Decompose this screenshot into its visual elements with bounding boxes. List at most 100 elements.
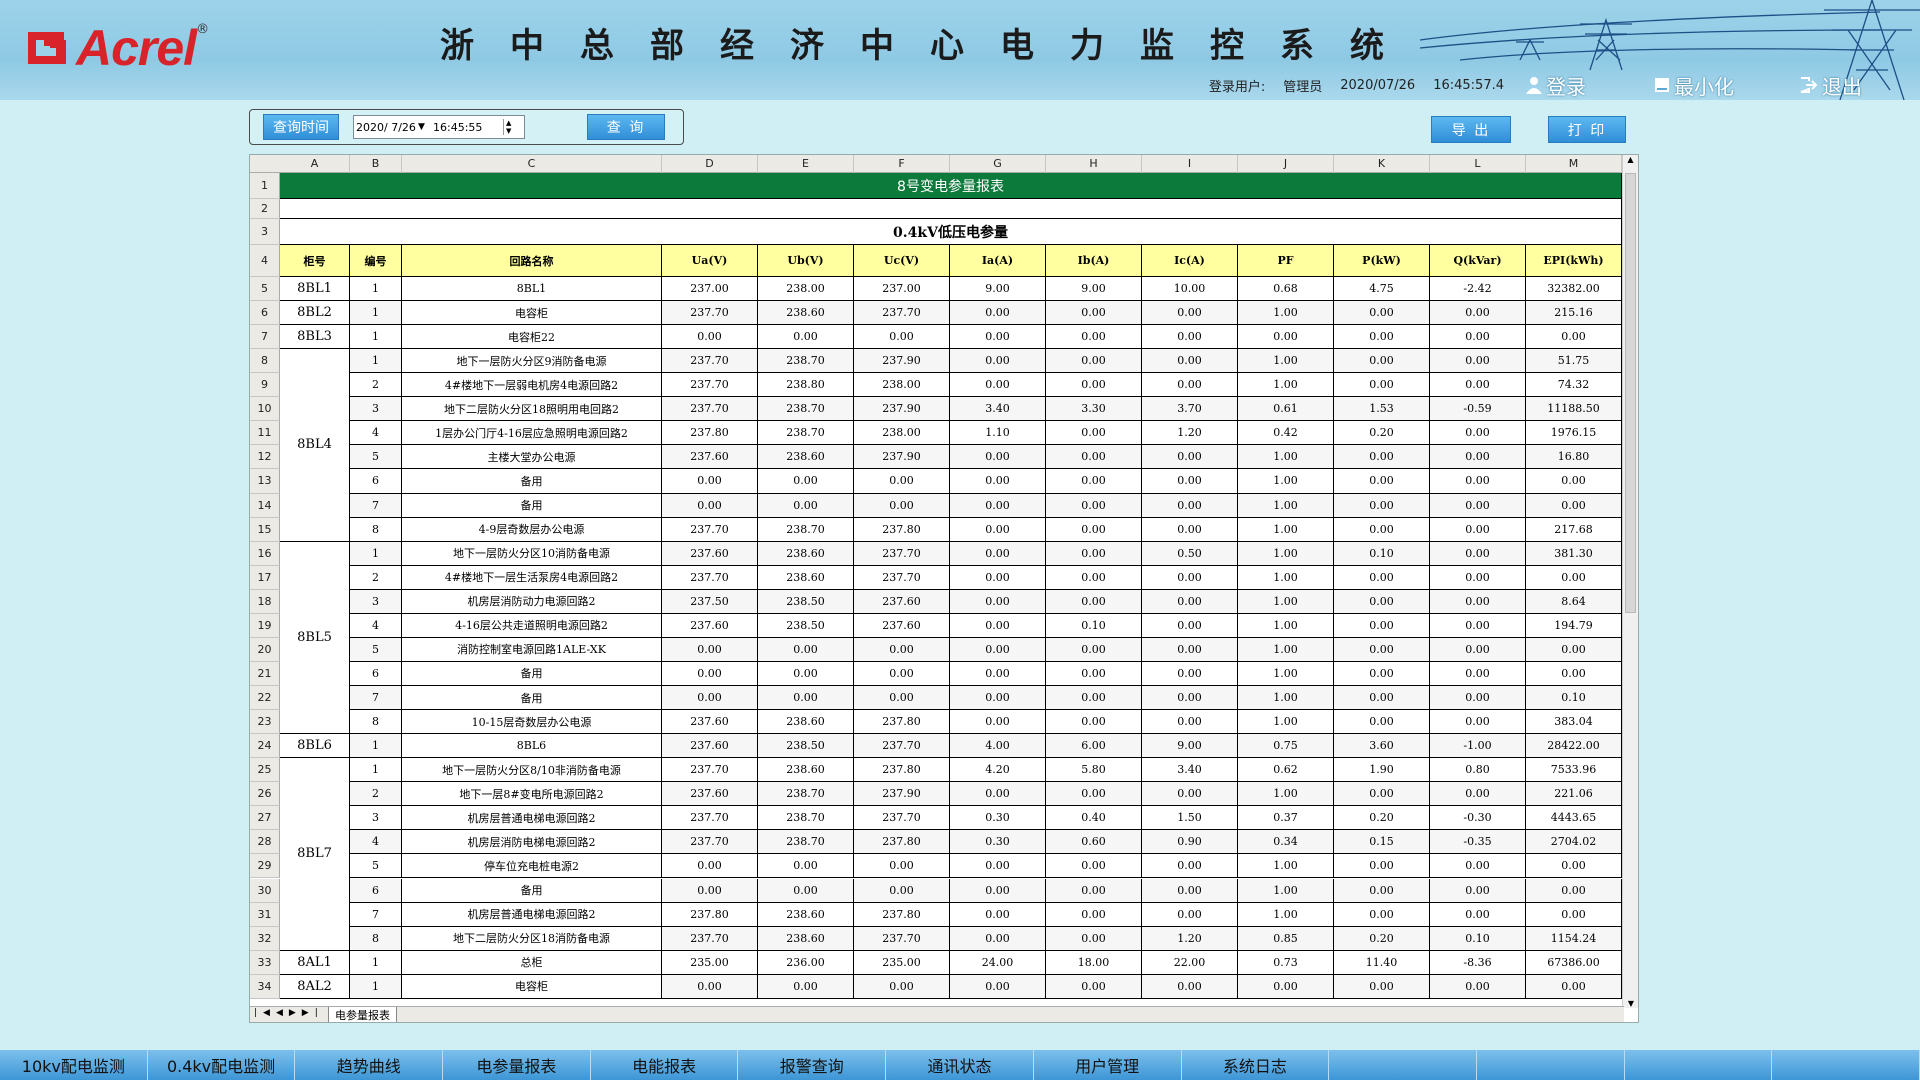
table-cell[interactable]: 237.90 bbox=[854, 445, 950, 469]
print-button[interactable]: 打 印 bbox=[1548, 116, 1626, 143]
table-cell[interactable]: 238.60 bbox=[758, 903, 854, 927]
nav-item-4[interactable]: 电能报表 bbox=[591, 1050, 739, 1080]
table-cell[interactable]: 1.00 bbox=[1238, 590, 1334, 614]
table-cell[interactable]: 0.00 bbox=[1142, 975, 1238, 999]
table-cell[interactable]: 236.00 bbox=[758, 951, 854, 975]
table-cell[interactable]: 8 bbox=[350, 518, 402, 542]
table-cell[interactable]: 0.20 bbox=[1334, 421, 1430, 445]
table-cell[interactable]: 0.37 bbox=[1238, 806, 1334, 830]
table-cell[interactable]: 1.10 bbox=[950, 421, 1046, 445]
table-cell[interactable]: 0.00 bbox=[758, 469, 854, 493]
table-cell[interactable]: 4 bbox=[350, 614, 402, 638]
table-cell[interactable]: 237.80 bbox=[854, 903, 950, 927]
table-header-cell[interactable]: 回路名称 bbox=[402, 245, 662, 277]
row-number[interactable]: 5 bbox=[250, 277, 280, 301]
table-cell[interactable]: 4.00 bbox=[950, 734, 1046, 758]
table-cell[interactable]: 238.70 bbox=[758, 830, 854, 854]
table-cell[interactable]: 0.00 bbox=[1526, 879, 1622, 903]
table-cell[interactable]: 32382.00 bbox=[1526, 277, 1622, 301]
row-number[interactable]: 24 bbox=[250, 734, 280, 758]
table-cell[interactable]: 0.00 bbox=[758, 494, 854, 518]
table-cell[interactable]: 6 bbox=[350, 879, 402, 903]
table-cell[interactable]: 备用 bbox=[402, 879, 662, 903]
table-cell[interactable]: 4#楼地下一层生活泵房4电源回路2 bbox=[402, 566, 662, 590]
row-number[interactable]: 20 bbox=[250, 638, 280, 662]
table-cell[interactable]: 0.00 bbox=[1526, 854, 1622, 878]
nav-item-12[interactable] bbox=[1772, 1050, 1920, 1080]
table-cell[interactable]: 0.00 bbox=[1430, 903, 1526, 927]
row-number[interactable]: 30 bbox=[250, 879, 280, 903]
scroll-up-icon[interactable]: ▲ bbox=[1623, 155, 1638, 164]
table-cell[interactable]: 238.00 bbox=[854, 421, 950, 445]
table-cell[interactable]: 0.00 bbox=[1430, 566, 1526, 590]
table-cell[interactable]: 0.00 bbox=[1334, 445, 1430, 469]
table-cell[interactable]: 3.60 bbox=[1334, 734, 1430, 758]
table-cell[interactable]: 3 bbox=[350, 806, 402, 830]
table-cell[interactable]: 0.00 bbox=[854, 879, 950, 903]
table-cell[interactable]: 238.60 bbox=[758, 710, 854, 734]
column-header-A[interactable]: A bbox=[280, 155, 350, 173]
row-number[interactable]: 8 bbox=[250, 349, 280, 373]
table-cell[interactable]: 237.70 bbox=[662, 373, 758, 397]
table-cell[interactable]: 237.60 bbox=[662, 614, 758, 638]
table-cell[interactable]: 0.00 bbox=[854, 494, 950, 518]
table-cell[interactable]: 0.10 bbox=[1430, 927, 1526, 951]
table-cell[interactable]: 0.00 bbox=[950, 494, 1046, 518]
cabinet-cell[interactable]: 8BL3 bbox=[280, 325, 350, 349]
spinner-icon[interactable]: ▲▼ bbox=[503, 119, 513, 135]
table-cell[interactable]: 11188.50 bbox=[1526, 397, 1622, 421]
table-header-cell[interactable]: Q(kVar) bbox=[1430, 245, 1526, 277]
table-cell[interactable]: 0.10 bbox=[1334, 542, 1430, 566]
nav-item-11[interactable] bbox=[1625, 1050, 1773, 1080]
table-cell[interactable]: 237.50 bbox=[662, 590, 758, 614]
table-cell[interactable]: 机房层普通电梯电源回路2 bbox=[402, 903, 662, 927]
table-cell[interactable]: 主楼大堂办公电源 bbox=[402, 445, 662, 469]
table-cell[interactable]: 0.00 bbox=[1142, 445, 1238, 469]
table-cell[interactable]: 18.00 bbox=[1046, 951, 1142, 975]
table-cell[interactable]: 237.70 bbox=[662, 349, 758, 373]
table-cell[interactable]: 9.00 bbox=[950, 277, 1046, 301]
table-cell[interactable]: 0.00 bbox=[662, 879, 758, 903]
table-cell[interactable]: 238.70 bbox=[758, 806, 854, 830]
row-number[interactable]: 32 bbox=[250, 927, 280, 951]
table-cell[interactable]: 0.00 bbox=[1334, 469, 1430, 493]
table-cell[interactable]: 1.00 bbox=[1238, 854, 1334, 878]
table-cell[interactable]: 1层办公门厅4-16层应急照明电源回路2 bbox=[402, 421, 662, 445]
table-cell[interactable]: 0.00 bbox=[1430, 518, 1526, 542]
table-cell[interactable]: 0.00 bbox=[950, 373, 1046, 397]
table-cell[interactable]: 9.00 bbox=[1142, 734, 1238, 758]
table-cell[interactable]: 0.00 bbox=[950, 927, 1046, 951]
table-cell[interactable]: 0.50 bbox=[1142, 542, 1238, 566]
table-cell[interactable]: 停车位充电桩电源2 bbox=[402, 854, 662, 878]
table-cell[interactable]: 机房层普通电梯电源回路2 bbox=[402, 806, 662, 830]
table-cell[interactable]: 0.00 bbox=[1430, 421, 1526, 445]
table-header-cell[interactable]: Ub(V) bbox=[758, 245, 854, 277]
table-cell[interactable]: 4.75 bbox=[1334, 277, 1430, 301]
table-cell[interactable]: 0.00 bbox=[1430, 349, 1526, 373]
table-cell[interactable]: 0.00 bbox=[1046, 421, 1142, 445]
table-cell[interactable]: 电容柜22 bbox=[402, 325, 662, 349]
table-cell[interactable]: 备用 bbox=[402, 686, 662, 710]
table-cell[interactable]: 0.00 bbox=[950, 854, 1046, 878]
table-cell[interactable]: 6 bbox=[350, 469, 402, 493]
table-cell[interactable]: 24.00 bbox=[950, 951, 1046, 975]
table-cell[interactable]: 1 bbox=[350, 951, 402, 975]
table-cell[interactable]: 238.70 bbox=[758, 397, 854, 421]
table-cell[interactable]: 0.00 bbox=[1142, 518, 1238, 542]
table-cell[interactable]: 8 bbox=[350, 927, 402, 951]
row-number[interactable]: 12 bbox=[250, 445, 280, 469]
column-header-I[interactable]: I bbox=[1142, 155, 1238, 173]
table-cell[interactable]: 237.90 bbox=[854, 349, 950, 373]
table-cell[interactable]: 0.00 bbox=[758, 975, 854, 999]
table-cell[interactable]: 238.00 bbox=[854, 373, 950, 397]
table-cell[interactable]: 1.00 bbox=[1238, 638, 1334, 662]
minimize-button[interactable]: 最小化 bbox=[1654, 71, 1752, 100]
table-cell[interactable]: 237.00 bbox=[662, 277, 758, 301]
table-cell[interactable]: 0.00 bbox=[1430, 710, 1526, 734]
table-cell[interactable]: 22.00 bbox=[1142, 951, 1238, 975]
table-cell[interactable]: 0.00 bbox=[1046, 686, 1142, 710]
date-field[interactable]: 2020/ 7/26 bbox=[356, 121, 418, 134]
cabinet-cell[interactable]: 8BL7 bbox=[280, 758, 350, 950]
table-cell[interactable]: 0.00 bbox=[1046, 854, 1142, 878]
table-cell[interactable]: 0.00 bbox=[1334, 854, 1430, 878]
